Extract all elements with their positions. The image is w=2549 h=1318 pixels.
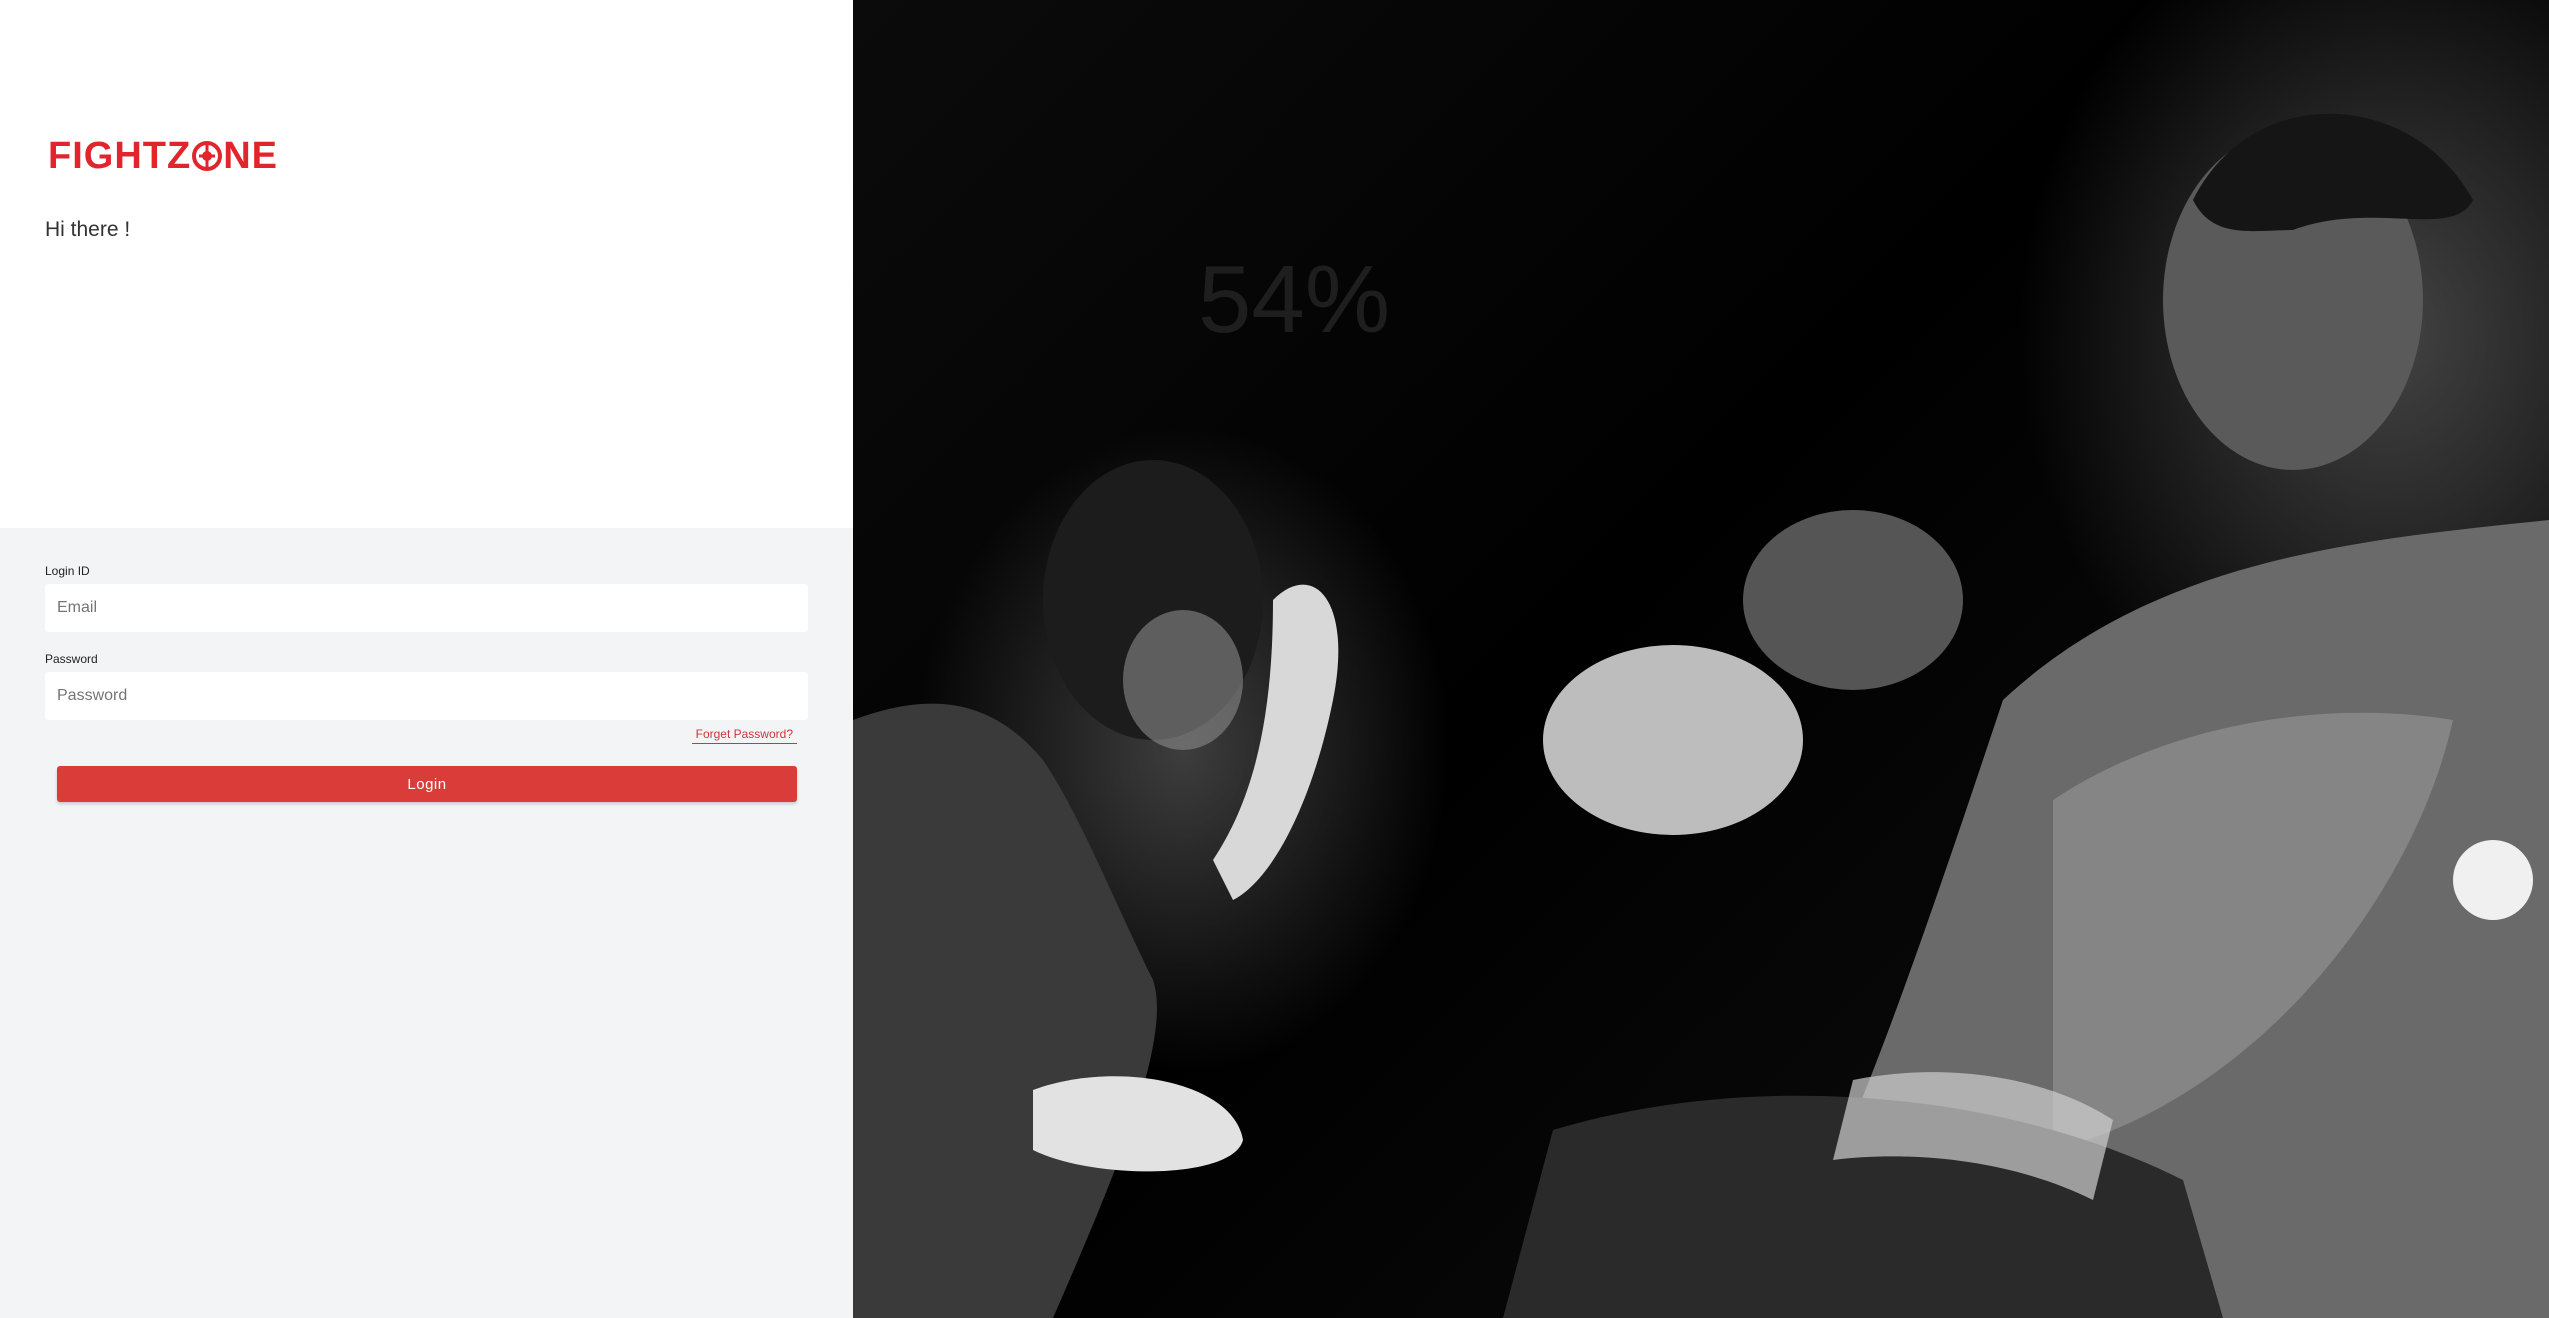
greeting-text: Hi there ! (45, 218, 131, 241)
hero-image: 54% (853, 0, 2549, 1318)
light-flare (2453, 840, 2533, 920)
boxing-glove-right (1743, 510, 1963, 690)
password-input[interactable] (45, 672, 808, 720)
left-fighter-silhouette (853, 703, 1157, 1318)
boxing-glove-left (1543, 645, 1803, 835)
password-label: Password (45, 652, 98, 666)
brand-logo: FIGHTZ NE (48, 137, 278, 175)
forgot-row: Forget Password? (45, 727, 808, 744)
login-button[interactable]: Login (57, 766, 797, 802)
brand-name-part2: NE (223, 135, 278, 177)
password-group: Password (45, 652, 808, 720)
brand-header: FIGHTZ NE Hi there ! (0, 0, 853, 528)
login-id-label: Login ID (45, 564, 90, 578)
forgot-password-link[interactable]: Forget Password? (691, 727, 797, 744)
kickboxers-illustration (853, 113, 2549, 1318)
login-form-area: Login ID Password Forget Password? Login (0, 528, 853, 1318)
login-form: Login ID Password Forget Password? Login (45, 564, 808, 802)
focus-pad-bottom (1033, 1076, 1243, 1172)
boxing-o-icon (192, 141, 223, 171)
email-input[interactable] (45, 584, 808, 632)
login-panel: FIGHTZ NE Hi there ! Login ID Password (0, 0, 853, 1318)
login-page: FIGHTZ NE Hi there ! Login ID Password (0, 0, 2549, 1318)
brand-name-part1: FIGHTZ (48, 135, 192, 177)
